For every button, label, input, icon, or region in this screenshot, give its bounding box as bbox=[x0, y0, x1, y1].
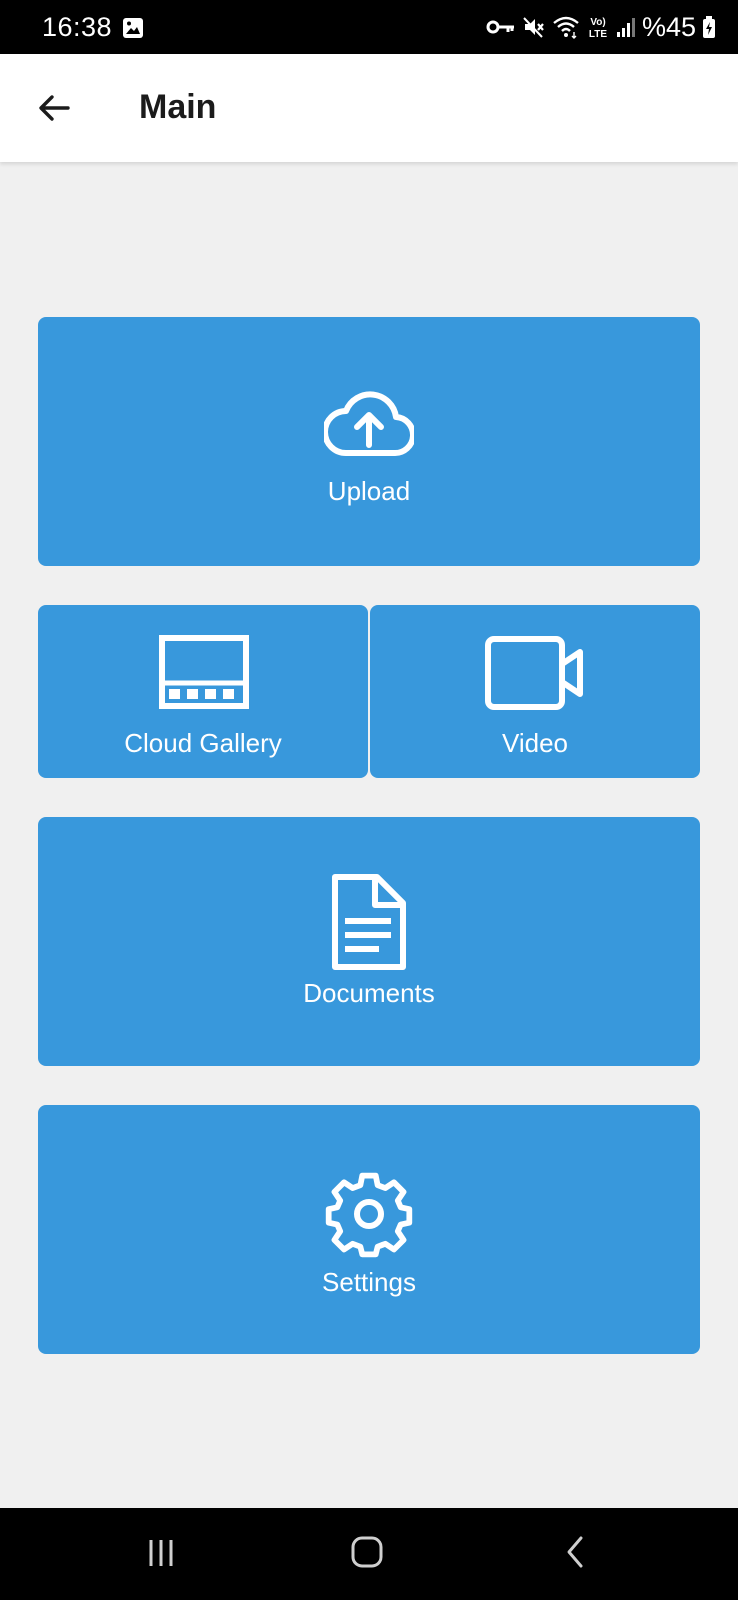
mute-icon bbox=[522, 15, 546, 39]
document-icon bbox=[332, 874, 406, 970]
arrow-left-icon bbox=[39, 95, 70, 121]
image-icon bbox=[122, 17, 144, 44]
settings-label: Settings bbox=[322, 1267, 416, 1297]
status-bar: 16:38 Vo) LTE %45 bbox=[0, 0, 738, 54]
recents-icon bbox=[149, 1540, 173, 1566]
page-title: Main bbox=[139, 88, 217, 126]
cloud-gallery-label: Cloud Gallery bbox=[124, 728, 282, 758]
home-button[interactable] bbox=[337, 1530, 397, 1580]
upload-label: Upload bbox=[327, 476, 411, 506]
documents-label: Documents bbox=[303, 978, 435, 1008]
gear-icon bbox=[325, 1172, 413, 1258]
film-strip-icon bbox=[159, 635, 249, 709]
video-camera-icon bbox=[485, 636, 583, 710]
nav-back-button[interactable] bbox=[545, 1530, 605, 1580]
recents-button[interactable] bbox=[131, 1530, 191, 1580]
status-icons: Vo) LTE %45 bbox=[486, 10, 716, 44]
status-time: 16:38 bbox=[42, 12, 113, 42]
svg-text:Vo): Vo) bbox=[590, 17, 605, 28]
key-icon bbox=[486, 17, 516, 37]
back-icon bbox=[567, 1536, 583, 1568]
signal-icon bbox=[616, 16, 636, 38]
home-icon bbox=[351, 1536, 383, 1568]
battery-percent: %45 bbox=[641, 11, 696, 42]
video-label: Video bbox=[501, 728, 569, 758]
upload-tile[interactable]: Upload bbox=[38, 317, 700, 566]
documents-tile[interactable]: Documents bbox=[38, 817, 700, 1066]
system-nav-bar bbox=[0, 1508, 738, 1600]
back-button[interactable] bbox=[34, 88, 74, 128]
volte-icon: Vo) LTE bbox=[586, 14, 610, 40]
settings-tile[interactable]: Settings bbox=[38, 1105, 700, 1354]
wifi-icon bbox=[552, 15, 580, 39]
svg-text:LTE: LTE bbox=[589, 29, 607, 40]
video-tile[interactable]: Video bbox=[370, 605, 700, 778]
cloud-gallery-tile[interactable]: Cloud Gallery bbox=[38, 605, 368, 778]
cloud-upload-icon bbox=[324, 391, 414, 457]
app-bar: Main bbox=[0, 54, 738, 162]
battery-icon bbox=[702, 15, 716, 39]
